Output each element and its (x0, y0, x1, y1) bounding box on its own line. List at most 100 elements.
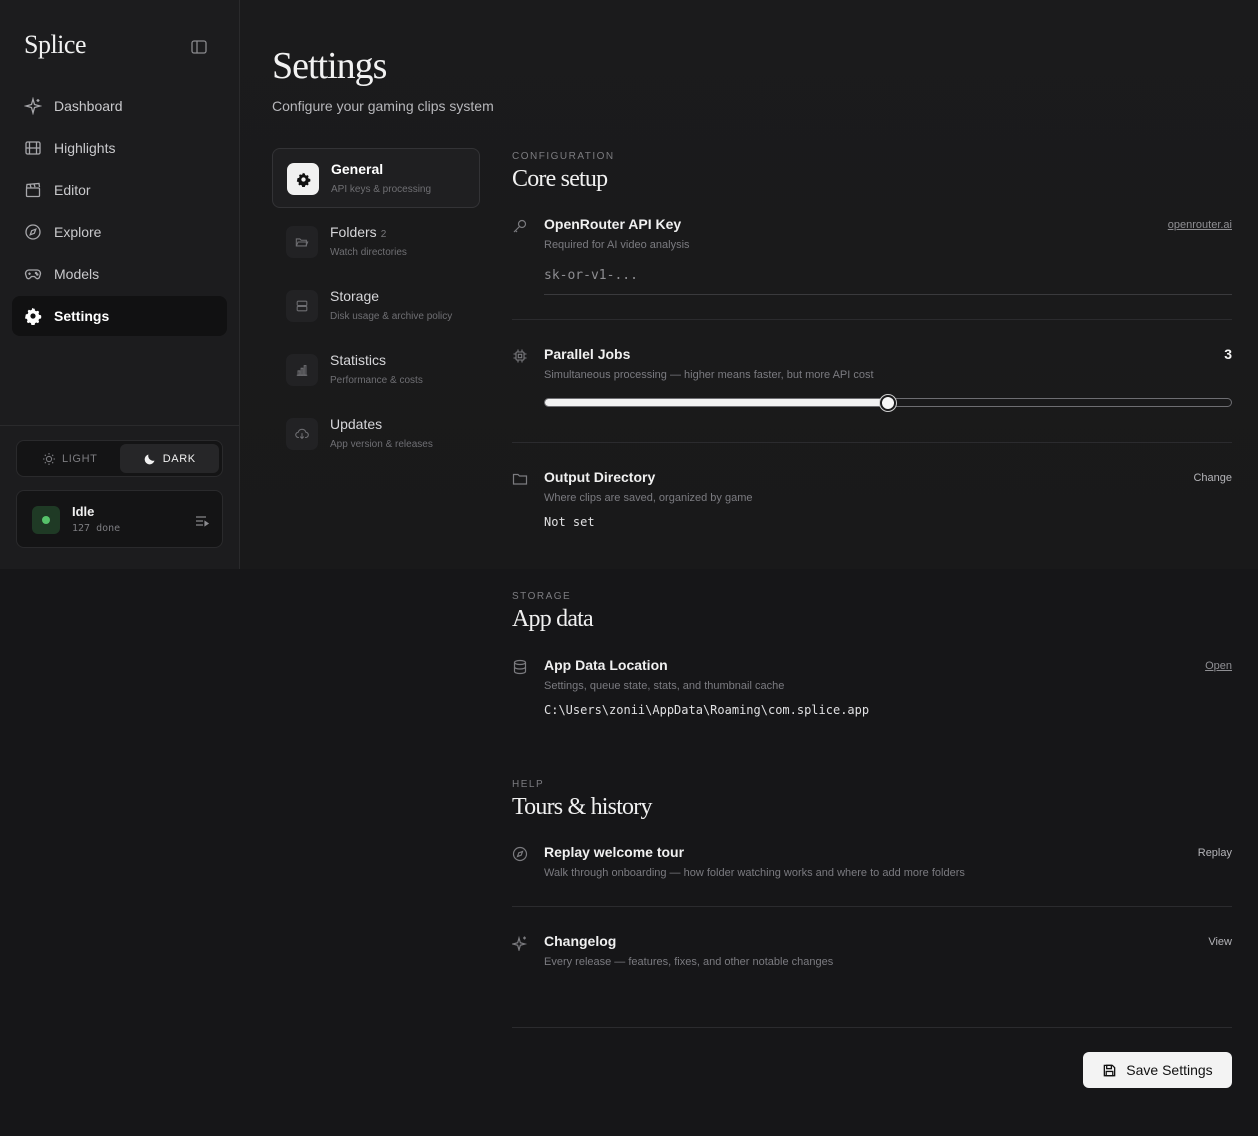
tab-title: General (331, 161, 384, 177)
view-changelog-button[interactable]: View (1208, 936, 1232, 948)
theme-light-button[interactable]: LIGHT (20, 444, 120, 473)
sidebar-item-label: Editor (54, 182, 91, 198)
tab-title: Statistics (330, 352, 387, 368)
section-eyebrow: HELP (512, 779, 545, 790)
theme-dark-label: DARK (162, 452, 196, 465)
parallel-jobs-value: 3 (1224, 346, 1232, 362)
clapperboard-icon (24, 181, 42, 199)
settings-subnav: General API keys & processing Folders 2 W… (272, 148, 480, 468)
bar-chart-icon (286, 354, 318, 386)
app-data-location-description: Settings, queue state, stats, and thumbn… (544, 680, 785, 692)
tab-general[interactable]: General API keys & processing (272, 148, 480, 208)
sidebar-item-settings[interactable]: Settings (12, 296, 227, 336)
divider (512, 319, 1232, 320)
output-directory-title: Output Directory (544, 469, 656, 485)
tab-title: Updates (330, 416, 383, 432)
tab-updates[interactable]: Updates App version & releases (272, 404, 480, 464)
sidebar-item-label: Settings (54, 308, 110, 324)
key-icon (512, 218, 528, 234)
sidebar-item-highlights[interactable]: Highlights (12, 128, 227, 168)
section-title: Core setup (512, 166, 608, 192)
sidebar-item-label: Models (54, 266, 100, 282)
page-title: Settings (272, 45, 387, 87)
database-icon (286, 290, 318, 322)
folder-open-icon (286, 226, 318, 258)
sparkle-icon (510, 935, 528, 953)
compass-icon (24, 223, 42, 241)
film-icon (24, 139, 42, 157)
section-title: App data (512, 606, 594, 632)
status-indicator (32, 506, 60, 534)
openrouter-link[interactable]: openrouter.ai (1168, 219, 1232, 231)
status-count-value: 127 (72, 523, 91, 534)
open-app-data-button[interactable]: Open (1205, 660, 1232, 672)
sidebar-item-dashboard[interactable]: Dashboard (12, 86, 227, 126)
tab-description: API keys & processing (331, 184, 432, 195)
tab-title-text: Folders (330, 224, 377, 240)
status-dot (42, 516, 50, 524)
section-eyebrow: STORAGE (512, 591, 572, 602)
folder-icon (512, 471, 528, 487)
sparkle-icon (24, 97, 42, 115)
tab-description: Performance & costs (330, 375, 423, 386)
slider-thumb[interactable] (880, 395, 896, 411)
tab-statistics[interactable]: Statistics Performance & costs (272, 340, 480, 400)
sidebar-item-editor[interactable]: Editor (12, 170, 227, 210)
status-count-suffix: done (96, 523, 121, 534)
cloud-download-icon (286, 418, 318, 450)
tab-description: Disk usage & archive policy (330, 311, 453, 322)
divider (512, 906, 1232, 907)
sidebar-item-explore[interactable]: Explore (12, 212, 227, 252)
sun-icon (42, 452, 56, 466)
status-count: 127 done (72, 523, 120, 534)
tab-title: Folders 2 (330, 224, 386, 240)
output-directory-description: Where clips are saved, organized by game (544, 492, 753, 504)
main-nav: Dashboard Highlights Editor Explore Mode… (12, 86, 227, 338)
tab-description: App version & releases (330, 439, 433, 450)
page-subtitle: Configure your gaming clips system (272, 98, 494, 114)
folder-count-badge: 2 (380, 229, 387, 240)
parallel-jobs-title: Parallel Jobs (544, 346, 631, 362)
sidebar-item-label: Highlights (54, 140, 116, 156)
divider (512, 1027, 1232, 1028)
change-directory-button[interactable]: Change (1193, 472, 1232, 484)
api-key-description: Required for AI video analysis (544, 239, 690, 251)
sidebar-divider (0, 425, 239, 426)
changelog-title: Changelog (544, 933, 617, 949)
app-data-location-title: App Data Location (544, 657, 668, 673)
section-eyebrow: CONFIGURATION (512, 151, 615, 162)
theme-dark-button[interactable]: DARK (119, 444, 219, 473)
replay-tour-button[interactable]: Replay (1198, 847, 1232, 859)
status-title: Idle (72, 504, 95, 519)
database-icon (512, 659, 528, 675)
save-settings-button[interactable]: Save Settings (1083, 1052, 1232, 1088)
sidebar-item-models[interactable]: Models (12, 254, 227, 294)
replay-tour-title: Replay welcome tour (544, 844, 685, 860)
api-key-title: OpenRouter API Key (544, 216, 682, 232)
sidebar-toggle-icon[interactable] (190, 38, 208, 56)
slider-fill (545, 399, 889, 406)
gear-icon (24, 307, 42, 325)
sidebar: Splice Dashboard Highlights Editor Explo… (0, 0, 240, 569)
tab-title: Storage (330, 288, 380, 304)
sidebar-item-label: Dashboard (54, 98, 123, 114)
moon-icon (143, 452, 157, 466)
tab-folders[interactable]: Folders 2 Watch directories (272, 212, 480, 272)
cpu-icon (512, 348, 528, 364)
gear-icon (287, 163, 319, 195)
theme-light-label: LIGHT (62, 452, 98, 465)
app-data-path: C:\Users\zonii\AppData\Roaming\com.splic… (544, 703, 870, 717)
api-key-input[interactable]: sk-or-v1-... (544, 262, 1232, 295)
replay-tour-description: Walk through onboarding — how folder wat… (544, 867, 965, 879)
app-logo: Splice (24, 30, 87, 59)
compass-icon (512, 846, 528, 862)
divider (512, 442, 1232, 443)
tab-storage[interactable]: Storage Disk usage & archive policy (272, 276, 480, 336)
save-icon (1102, 1063, 1117, 1078)
output-directory-value: Not set (544, 515, 595, 529)
section-title: Tours & history (512, 794, 652, 820)
queue-list-icon[interactable] (194, 513, 210, 529)
sidebar-item-label: Explore (54, 224, 102, 240)
tab-description: Watch directories (330, 247, 407, 258)
queue-status-card[interactable]: Idle 127 done (16, 490, 223, 548)
